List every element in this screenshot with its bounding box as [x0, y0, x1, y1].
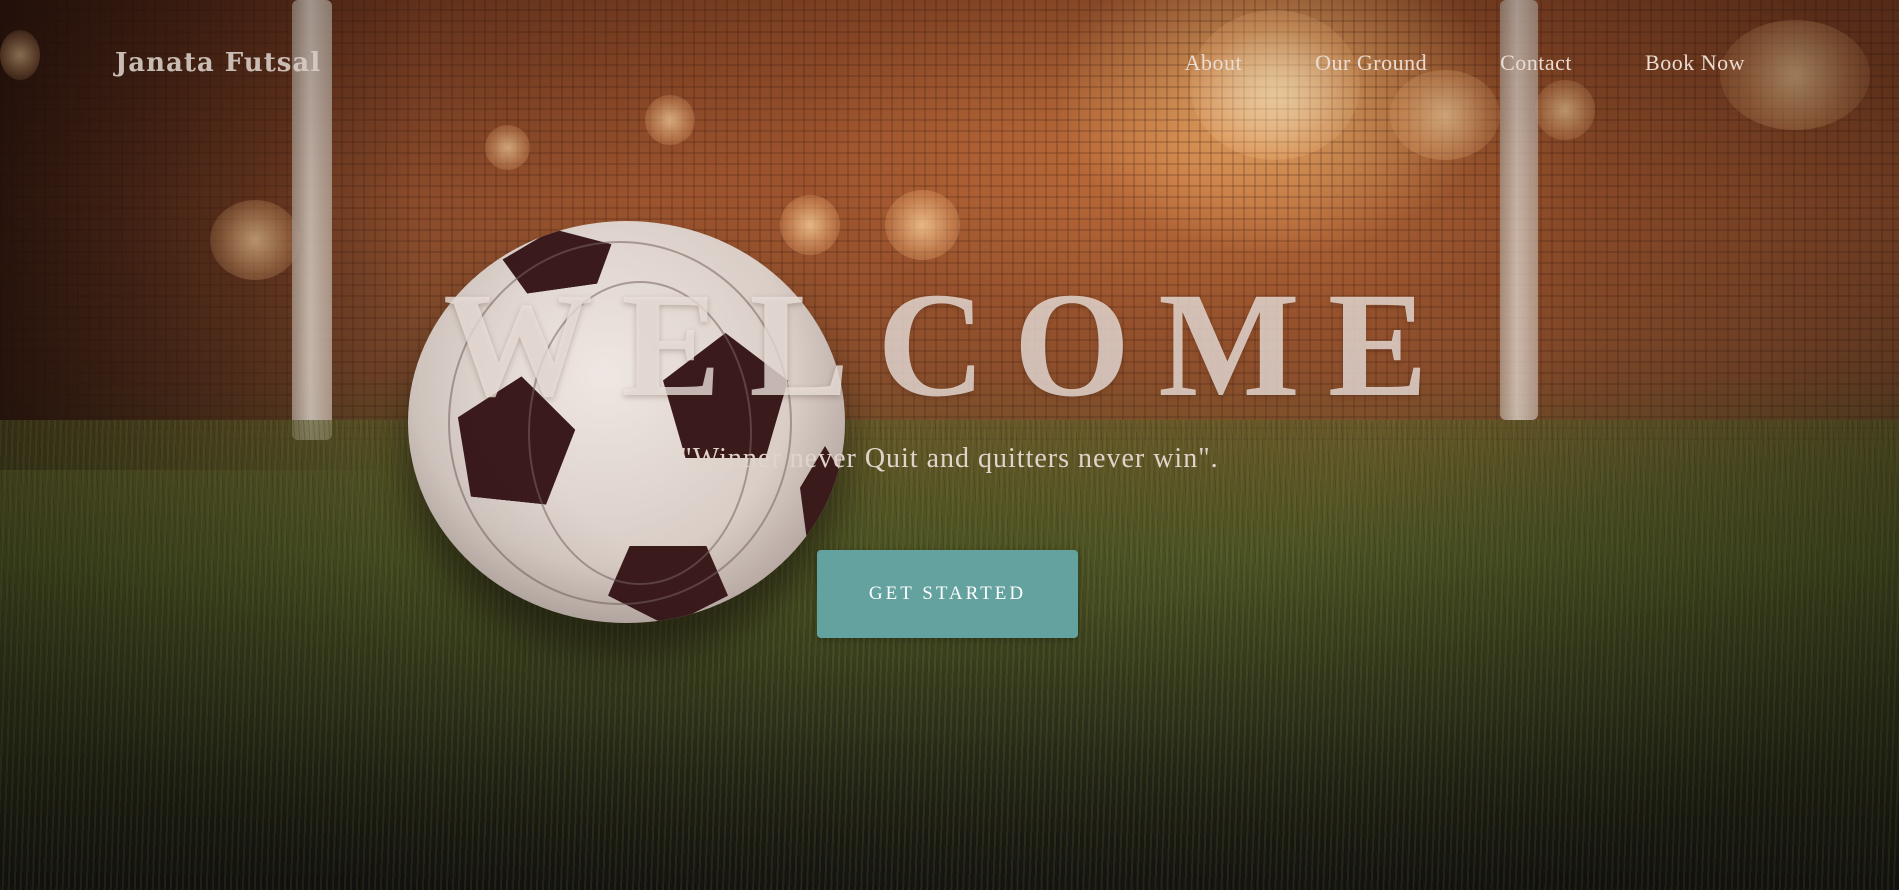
top-navbar: Janata Futsal About Our Ground Contact B… [0, 0, 1899, 130]
hero-tagline: "Winner never Quit and quitters never wi… [680, 443, 1219, 474]
hero-section: Janata Futsal About Our Ground Contact B… [0, 0, 1899, 890]
brand-logo[interactable]: Janata Futsal [115, 48, 321, 78]
nav-links: About Our Ground Contact Book Now [1185, 50, 1745, 76]
nav-item-contact[interactable]: Contact [1500, 50, 1572, 76]
get-started-button[interactable]: GET STARTED [817, 550, 1078, 638]
nav-item-our-ground[interactable]: Our Ground [1315, 50, 1427, 76]
nav-item-about[interactable]: About [1185, 50, 1243, 76]
nav-item-book-now[interactable]: Book Now [1645, 50, 1745, 76]
hero-heading: WELCOME [443, 262, 1456, 428]
